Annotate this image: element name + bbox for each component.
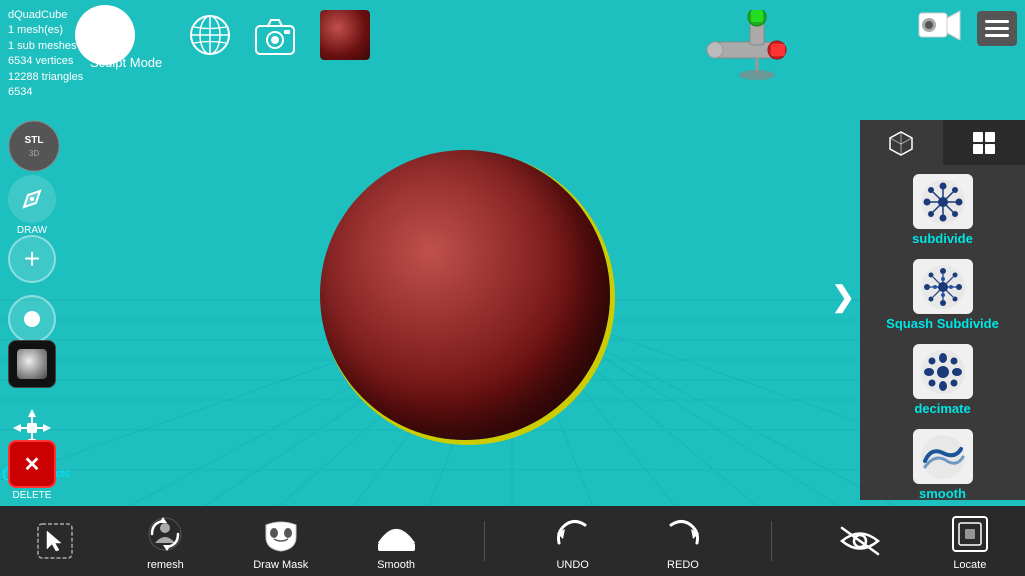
globe-icon[interactable] [185, 10, 235, 60]
tab-cube-view[interactable] [860, 120, 943, 165]
redo-button[interactable]: REDO [660, 511, 705, 571]
gizmo[interactable] [695, 10, 825, 90]
chevron-right-button[interactable]: ❯ [832, 280, 855, 313]
select-tool-button[interactable] [33, 519, 78, 564]
undo-button[interactable]: UNDO [550, 511, 595, 571]
vertex-count: 6534 vertices [8, 55, 73, 67]
smooth-label: smooth [919, 486, 966, 500]
smooth-bottom-label: Smooth [377, 559, 415, 571]
sculpt-mode-label: Sculpt Mode [90, 55, 162, 70]
mesh-name: dQuadCube [8, 9, 67, 21]
snapshot-icon[interactable] [250, 12, 300, 62]
tool-decimate[interactable]: decimate [865, 340, 1020, 420]
mesh-info: dQuadCube 1 mesh(es) 1 sub meshes 6534 v… [8, 8, 83, 100]
separator-1 [484, 521, 485, 561]
remesh-label: remesh [147, 559, 184, 571]
red-preview-thumbnail[interactable] [320, 10, 370, 60]
mesh-id: 6534 [8, 86, 32, 98]
triangle-count: 12288 triangles [8, 71, 83, 83]
draw-mask-button[interactable]: Draw Mask [253, 511, 308, 571]
draw-tool[interactable]: DRAW [8, 175, 56, 236]
locate-button[interactable]: Locate [947, 511, 992, 571]
tool-squash-subdivide[interactable]: Squash Subdivide [865, 255, 1020, 335]
3d-sphere [320, 150, 610, 440]
tool-subdivide[interactable]: subdivide [865, 170, 1020, 250]
decimate-label: decimate [914, 401, 970, 416]
delete-label: DELETE [13, 490, 52, 501]
tab-grid-view[interactable] [943, 120, 1025, 165]
undo-label: UNDO [556, 559, 588, 571]
sub-mesh-count: 1 sub meshes [8, 40, 76, 52]
tool-smooth[interactable]: smooth [865, 425, 1020, 500]
bottom-bar: remesh Draw Mask Smooth [0, 506, 1025, 576]
panel-tabs [860, 120, 1025, 165]
hide-button[interactable] [837, 519, 882, 564]
dot-tool-button[interactable] [8, 295, 56, 343]
separator-2 [771, 521, 772, 561]
texture-button[interactable] [8, 340, 56, 388]
svg-text:STL: STL [25, 135, 44, 146]
hamburger-menu[interactable] [977, 11, 1017, 46]
smooth-bottom-button[interactable]: Smooth [374, 511, 419, 571]
stl-logo: STL 3D [8, 120, 60, 172]
subdivide-label: subdivide [912, 231, 973, 246]
panel-tools-list: subdivide [860, 165, 1025, 500]
locate-label: Locate [953, 559, 986, 571]
squash-subdivide-label: Squash Subdivide [886, 316, 999, 331]
draw-mask-label: Draw Mask [253, 559, 308, 571]
add-circle-button[interactable]: + [8, 235, 56, 283]
remesh-button[interactable]: remesh [143, 511, 188, 571]
camera-record-button[interactable] [917, 8, 962, 48]
delete-button[interactable]: ✕ DELETE [8, 440, 56, 501]
top-right-controls [917, 8, 1017, 48]
mesh-count: 1 mesh(es) [8, 24, 63, 36]
svg-text:3D: 3D [29, 149, 39, 158]
right-panel: subdivide [860, 120, 1025, 500]
redo-label: REDO [667, 559, 699, 571]
